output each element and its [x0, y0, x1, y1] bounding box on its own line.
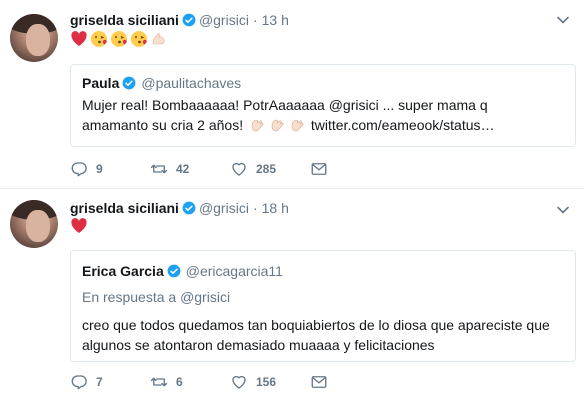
kissing-face-icon: [111, 31, 127, 47]
retweet-button[interactable]: 6: [150, 373, 230, 391]
quoted-author-handle: @ericagarcia11: [185, 263, 283, 279]
reply-count: 7: [96, 375, 103, 389]
quoted-link[interactable]: twitter.com/eameook/status…: [311, 117, 495, 133]
reply-context: En respuesta a @grisici: [82, 287, 564, 307]
heart-icon: [232, 162, 246, 176]
separator-dot: ·: [252, 200, 258, 216]
like-count: 285: [256, 162, 277, 176]
reply-icon: [71, 162, 87, 177]
tweet-text: [70, 217, 88, 235]
envelope-icon: [311, 163, 327, 175]
quoted-text-line-2: algunos se atontaron demasiado muaaaa y …: [82, 337, 435, 353]
red-heart-icon: [71, 31, 87, 46]
flexed-biceps-icon: [152, 33, 165, 45]
verified-badge-icon: [182, 13, 196, 27]
verified-badge-icon: [182, 201, 196, 215]
author-handle[interactable]: @grisici: [199, 12, 249, 28]
quoted-tweet[interactable]: Erica Garcia @ericagarcia11 En respuesta…: [70, 250, 576, 362]
retweet-count: 42: [176, 162, 190, 176]
chevron-down-icon[interactable]: [556, 13, 570, 27]
author-handle[interactable]: @grisici: [199, 200, 249, 216]
reply-count: 9: [96, 162, 103, 176]
kissing-face-icon: [131, 31, 147, 47]
tweet-actions: 9 42 285: [70, 159, 390, 179]
quoted-text-line: creo que todos quedamos tan boquiabierto…: [82, 317, 550, 333]
direct-message-button[interactable]: [310, 160, 390, 178]
quoted-tweet[interactable]: Paula @paulitachaves Mujer real! Bombaaa…: [70, 64, 576, 147]
clapping-hands-icon: [271, 119, 284, 132]
like-button[interactable]: 156: [230, 373, 310, 391]
author-name[interactable]: griselda siciliani: [70, 12, 179, 28]
separator-dot: ·: [252, 12, 258, 28]
avatar[interactable]: [10, 200, 58, 248]
direct-message-button[interactable]: [310, 373, 390, 391]
verified-badge-icon: [122, 76, 136, 90]
like-count: 156: [256, 375, 277, 389]
retweet-count: 6: [176, 375, 183, 389]
chevron-down-icon[interactable]: [556, 203, 570, 217]
author-name[interactable]: griselda siciliani: [70, 200, 179, 216]
tweet-header: griselda siciliani @grisici · 13 h: [70, 10, 289, 30]
tweet-actions: 7 6 156: [70, 372, 390, 392]
red-heart-icon: [71, 218, 87, 233]
clapping-hands-icon: [291, 119, 304, 132]
reply-button[interactable]: 7: [70, 373, 150, 391]
quoted-author-name: Erica Garcia: [82, 263, 164, 279]
retweet-icon: [150, 377, 168, 387]
reply-button[interactable]: 9: [70, 160, 150, 178]
like-button[interactable]: 285: [230, 160, 310, 178]
verified-badge-icon: [167, 264, 181, 278]
quoted-author-handle: @paulitachaves: [141, 75, 242, 91]
clapping-hands-icon: [251, 119, 264, 132]
kissing-face-icon: [91, 31, 107, 47]
tweet-timestamp[interactable]: 18 h: [262, 200, 289, 216]
quoted-text-segment: amamanto su cria 2 años!: [82, 117, 244, 133]
reply-prefix: En respuesta a: [82, 289, 177, 305]
quoted-author-name: Paula: [82, 75, 120, 91]
avatar[interactable]: [10, 14, 58, 62]
quoted-text-line-2: amamanto su cria 2 años! twitter.com/eam…: [82, 115, 564, 135]
reply-icon: [71, 375, 87, 390]
retweet-icon: [150, 164, 168, 174]
tweet-timestamp[interactable]: 13 h: [262, 12, 289, 28]
heart-icon: [232, 375, 246, 389]
quoted-text-line: Mujer real! Bombaaaaaa! PotrAaaaaaa @gri…: [82, 97, 488, 113]
tweet-text: [70, 30, 168, 48]
envelope-icon: [311, 376, 327, 388]
reply-handle[interactable]: @grisici: [180, 289, 230, 305]
retweet-button[interactable]: 42: [150, 160, 230, 178]
tweet-header: griselda siciliani @grisici · 18 h: [70, 198, 289, 218]
